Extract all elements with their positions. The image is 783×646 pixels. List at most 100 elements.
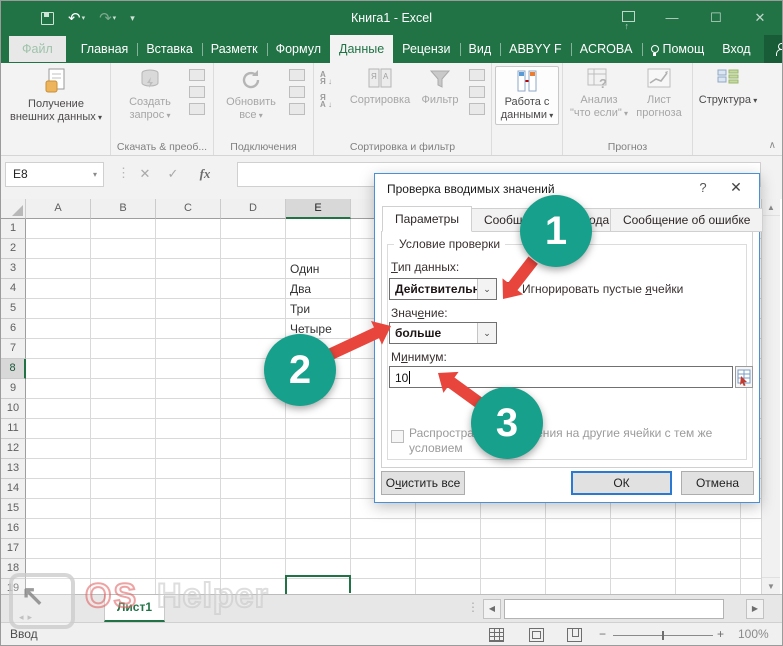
hscroll-right-icon[interactable]: ▶ [746, 599, 764, 619]
outline-button[interactable]: Структура [697, 67, 759, 107]
close-icon[interactable]: ✕ [738, 1, 782, 35]
reapply-icon[interactable] [469, 86, 485, 98]
row-header-5[interactable]: 5 [1, 299, 26, 319]
formula-bar-grip[interactable]: ⋮ [117, 165, 131, 181]
row-header-1[interactable]: 1 [1, 219, 26, 239]
hscroll-left-icon[interactable]: ◀ [483, 599, 501, 619]
what-if-button[interactable]: ? Анализ "что если" [569, 67, 629, 120]
advanced-filter-icon[interactable] [469, 103, 485, 115]
connections-icon[interactable] [289, 103, 305, 115]
row-header-13[interactable]: 13 [1, 459, 26, 479]
get-external-data-button[interactable]: Получение внешних данных [8, 67, 104, 124]
minimize-icon[interactable]: — [650, 1, 694, 35]
zoom-in-icon[interactable]: + [717, 627, 724, 641]
scroll-down-icon[interactable]: ▼ [762, 577, 780, 594]
tab-formulas[interactable]: Формул [267, 36, 330, 63]
vertical-scrollbar[interactable]: ▲ ▼ [761, 199, 780, 594]
properties-icon[interactable] [289, 69, 305, 81]
clear-all-button[interactable]: Очистить все [381, 471, 465, 495]
edit-links-icon[interactable] [289, 86, 305, 98]
sheet-tab-list1[interactable]: Лист1 [104, 595, 165, 622]
zoom-percentage[interactable]: 100% [738, 627, 769, 641]
zoom-out-icon[interactable]: − [599, 627, 606, 641]
show-queries-icon[interactable] [189, 69, 205, 81]
cancel-button[interactable]: Отмена [681, 471, 754, 495]
row-header-3[interactable]: 3 [1, 259, 26, 279]
page-layout-icon[interactable] [529, 628, 544, 642]
chevron-down-icon[interactable]: ⌄ [477, 323, 496, 343]
ignore-blank-checkbox[interactable]: ✓ [503, 282, 516, 295]
chevron-down-icon[interactable]: ⌄ [477, 279, 496, 299]
active-cell-E8[interactable] [285, 575, 351, 594]
dialog-tab-error-alert[interactable]: Сообщение об ошибке [610, 208, 763, 232]
cell-E4[interactable]: Два [290, 282, 370, 296]
dialog-tab-input-message[interactable]: Сообщение для ввода [471, 208, 611, 232]
tab-abbyy[interactable]: ABBYY F [500, 36, 571, 63]
confirm-entry-icon[interactable]: ✓ [161, 162, 185, 187]
hscroll-thumb[interactable] [504, 599, 724, 619]
dialog-help-icon[interactable]: ? [695, 180, 711, 195]
condition-dropdown[interactable]: больше ⌄ [389, 322, 497, 344]
row-header-2[interactable]: 2 [1, 239, 26, 259]
name-box-caret-icon[interactable]: ▾ [93, 163, 97, 186]
sort-az-icon[interactable]: АЯ ↓ [320, 71, 332, 85]
tab-file[interactable]: Файл [9, 36, 66, 62]
normal-view-icon[interactable] [489, 628, 504, 642]
col-header-D[interactable]: D [221, 199, 286, 219]
from-table-icon[interactable] [189, 86, 205, 98]
col-header-C[interactable]: C [156, 199, 221, 219]
forecast-sheet-button[interactable]: Лист прогноза [629, 67, 689, 120]
row-header-4[interactable]: 4 [1, 279, 26, 299]
maximize-icon[interactable]: ☐ [694, 1, 738, 35]
minimum-input[interactable]: 10 [389, 366, 733, 388]
ribbon-display-options-icon[interactable] [606, 1, 650, 35]
tab-insert[interactable]: Вставка [137, 36, 201, 63]
zoom-slider-handle[interactable] [662, 631, 664, 640]
tab-data[interactable]: Данные [330, 35, 393, 63]
sort-za-icon[interactable]: ЯА ↓ [320, 94, 332, 108]
row-header-16[interactable]: 16 [1, 519, 26, 539]
row-header-14[interactable]: 14 [1, 479, 26, 499]
col-header-B[interactable]: B [91, 199, 156, 219]
refresh-all-button[interactable]: Обновить все [220, 67, 282, 122]
sort-button[interactable]: ЯА Сортировка [344, 67, 416, 107]
insert-function-icon[interactable]: fx [193, 162, 217, 187]
row-header-11[interactable]: 11 [1, 419, 26, 439]
sign-in-button[interactable]: Вход [713, 36, 759, 63]
cell-E3[interactable]: Один [290, 262, 370, 276]
row-header-10[interactable]: 10 [1, 399, 26, 419]
row-header-12[interactable]: 12 [1, 439, 26, 459]
row-header-6[interactable]: 6 [1, 319, 26, 339]
tab-layout[interactable]: Разметк [202, 36, 267, 63]
name-box[interactable]: E8▾ [5, 162, 104, 187]
cell-E6[interactable]: Четыре [290, 322, 370, 336]
row-header-9[interactable]: 9 [1, 379, 26, 399]
dialog-close-icon[interactable]: ✕ [727, 179, 745, 196]
row-header-7[interactable]: 7 [1, 339, 26, 359]
tab-view[interactable]: Вид [460, 36, 501, 63]
apply-to-all-checkbox[interactable] [391, 430, 404, 443]
scroll-up-icon[interactable]: ▲ [762, 199, 780, 216]
range-picker-button[interactable] [735, 366, 753, 388]
clear-filter-icon[interactable] [469, 69, 485, 81]
collapse-ribbon-icon[interactable]: ∧ [769, 140, 776, 151]
page-break-icon[interactable] [567, 628, 582, 642]
data-tools-button[interactable]: Работа с данными [495, 66, 559, 125]
tab-help[interactable]: Помощ [642, 36, 714, 63]
row-header-17[interactable]: 17 [1, 539, 26, 559]
new-query-button[interactable]: Создать запрос [119, 67, 181, 122]
dialog-tab-settings[interactable]: Параметры [382, 206, 472, 232]
row-header-15[interactable]: 15 [1, 499, 26, 519]
tab-acrobat[interactable]: ACROBA [571, 36, 642, 63]
row-header-8[interactable]: 8 [1, 359, 26, 379]
tab-home[interactable]: Главная [72, 36, 138, 63]
ok-button[interactable]: ОК [571, 471, 672, 495]
row-header-18[interactable]: 18 [1, 559, 26, 579]
col-header-A[interactable]: A [26, 199, 91, 219]
col-header-E[interactable]: E [286, 199, 351, 219]
recent-sources-icon[interactable] [189, 103, 205, 115]
cell-E5[interactable]: Три [290, 302, 370, 316]
row-header-19[interactable]: 19 [1, 579, 26, 594]
share-button[interactable]: Общий доступ [764, 35, 783, 63]
scrollbar-grip[interactable]: ⋮ [467, 600, 478, 614]
